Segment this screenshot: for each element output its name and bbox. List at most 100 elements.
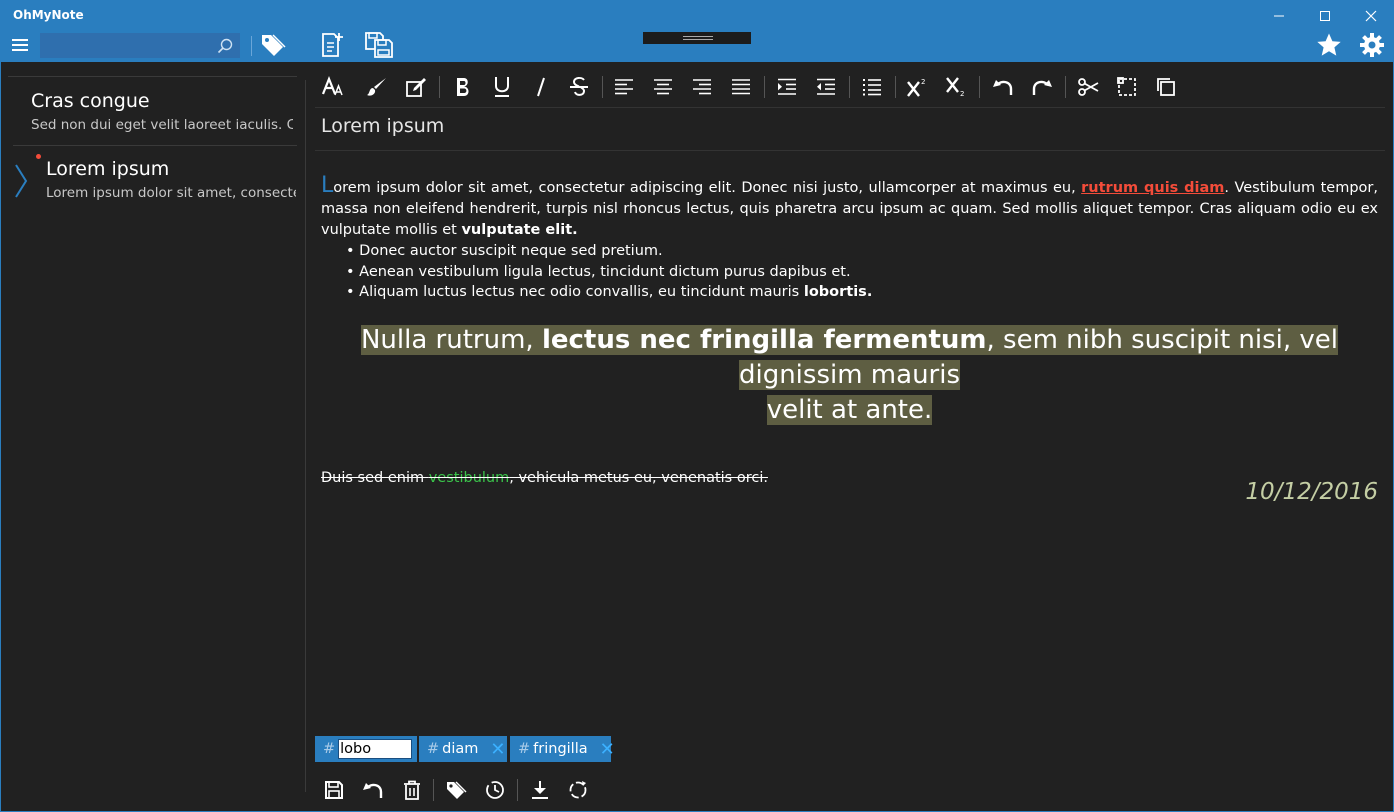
- drag-handle[interactable]: [643, 32, 751, 44]
- copy-button[interactable]: [1150, 72, 1182, 102]
- save-all-button[interactable]: [364, 31, 396, 59]
- reminder-button[interactable]: [479, 776, 511, 804]
- maximize-icon: [1320, 11, 1330, 21]
- star-icon: [1317, 33, 1341, 56]
- align-right-icon: [693, 79, 711, 95]
- tag-icon: [447, 781, 467, 799]
- copy-icon: [1157, 78, 1175, 96]
- history-clock-icon: [486, 781, 504, 799]
- save-all-icon: [365, 32, 393, 58]
- revert-button[interactable]: [357, 776, 389, 804]
- chevron-right-icon: [15, 164, 28, 198]
- remove-tag-icon[interactable]: ✕: [490, 739, 505, 760]
- sync-icon: [569, 781, 587, 799]
- strikethrough-button[interactable]: [563, 72, 595, 102]
- search-icon[interactable]: [217, 38, 233, 54]
- favorites-button[interactable]: [1315, 31, 1343, 59]
- modified-indicator-dot: [36, 154, 41, 159]
- svg-text:2: 2: [921, 78, 925, 86]
- align-left-button[interactable]: [608, 72, 640, 102]
- undo-icon: [363, 783, 383, 798]
- align-center-button[interactable]: [647, 72, 679, 102]
- note-title[interactable]: Lorem ipsum: [321, 115, 444, 137]
- note-list-item-selected[interactable]: Lorem ipsum Lorem ipsum dolor sit amet, …: [8, 150, 297, 218]
- note-item-preview: Lorem ipsum dolor sit amet, consectetur …: [46, 185, 296, 201]
- edit-tags-button[interactable]: [440, 776, 472, 804]
- undo-icon: [993, 80, 1013, 95]
- remove-tag-icon[interactable]: ✕: [600, 739, 615, 760]
- title-bar: OhMyNote: [0, 0, 1394, 62]
- bullet-list-icon: [863, 79, 881, 96]
- font-size-icon: [322, 76, 343, 96]
- bold-button[interactable]: [447, 72, 479, 102]
- settings-button[interactable]: [1358, 31, 1386, 59]
- note-list-item[interactable]: Cras congue Sed non dui eget velit laore…: [8, 84, 297, 152]
- align-center-icon: [654, 79, 672, 95]
- sync-button[interactable]: [562, 776, 594, 804]
- trash-icon: [404, 780, 420, 800]
- tag-label: fringilla: [533, 741, 588, 757]
- text-color-button[interactable]: [400, 72, 432, 102]
- brush-button[interactable]: [361, 72, 393, 102]
- hyperlink[interactable]: rutrum quis diam: [1081, 180, 1224, 196]
- delete-button[interactable]: [396, 776, 428, 804]
- superscript-icon: 2: [907, 78, 925, 97]
- redo-button[interactable]: [1026, 72, 1058, 102]
- select-all-button[interactable]: [1111, 72, 1143, 102]
- pane-splitter[interactable]: [305, 80, 306, 792]
- tag-chip[interactable]: # diam ✕: [419, 736, 507, 762]
- minimize-icon: [1274, 15, 1284, 17]
- app-title: OhMyNote: [13, 8, 84, 22]
- search-input[interactable]: [41, 34, 211, 57]
- subscript-icon: 2: [946, 77, 964, 98]
- note-item-title: Cras congue: [31, 90, 150, 112]
- note-item-title: Lorem ipsum: [46, 158, 170, 180]
- save-icon: [325, 781, 343, 799]
- maximize-button[interactable]: [1302, 4, 1348, 28]
- note-item-preview: Sed non dui eget velit laoreet iaculis. …: [31, 117, 293, 133]
- italic-button[interactable]: [525, 72, 557, 102]
- save-button[interactable]: [318, 776, 350, 804]
- editor-content[interactable]: Lorem ipsum dolor sit amet, consectetur …: [321, 175, 1378, 489]
- cut-button[interactable]: [1072, 72, 1104, 102]
- redo-icon: [1032, 80, 1052, 95]
- bold-icon: [457, 78, 469, 96]
- gear-icon: [1360, 33, 1384, 57]
- align-right-button[interactable]: [686, 72, 718, 102]
- strikethrough-text: Duis sed enim vestibulum, vehicula metus…: [321, 469, 768, 486]
- close-button[interactable]: [1348, 4, 1394, 28]
- search-box[interactable]: [40, 33, 240, 58]
- pen-edit-icon: [406, 78, 426, 97]
- tags-button[interactable]: [259, 31, 287, 59]
- indent-button[interactable]: [771, 72, 803, 102]
- tag-input-chip[interactable]: #: [315, 736, 417, 762]
- underline-button[interactable]: [486, 72, 518, 102]
- minimize-button[interactable]: [1256, 4, 1302, 28]
- formatting-toolbar: 2 2: [315, 68, 1385, 104]
- justify-button[interactable]: [725, 72, 757, 102]
- align-left-icon: [615, 79, 633, 95]
- new-note-button[interactable]: [318, 31, 346, 59]
- divider: [251, 36, 252, 56]
- outdent-icon: [817, 78, 835, 95]
- superscript-button[interactable]: 2: [901, 72, 933, 102]
- bullet-list-button[interactable]: [856, 72, 888, 102]
- highlighted-heading: Nulla rutrum, lectus nec fringilla ferme…: [360, 324, 1339, 425]
- tag-input[interactable]: [338, 739, 413, 759]
- align-justify-icon: [732, 79, 750, 95]
- close-icon: [1365, 10, 1377, 22]
- undo-button[interactable]: [987, 72, 1019, 102]
- hamburger-menu-button[interactable]: [12, 39, 28, 51]
- list-item: • Aenean vestibulum ligula lectus, tinci…: [346, 263, 851, 280]
- subscript-button[interactable]: 2: [940, 72, 972, 102]
- svg-text:2: 2: [960, 90, 964, 98]
- indent-icon: [778, 78, 796, 95]
- tag-label: diam: [442, 741, 479, 757]
- tag-chip[interactable]: # fringilla ✕: [510, 736, 615, 762]
- font-size-button[interactable]: [318, 72, 350, 102]
- strikethrough-icon: [570, 76, 588, 96]
- download-button[interactable]: [524, 776, 556, 804]
- italic-icon: [537, 77, 545, 97]
- bullet-list: • Donec auctor suscipit neque sed pretiu…: [346, 241, 1378, 303]
- outdent-button[interactable]: [810, 72, 842, 102]
